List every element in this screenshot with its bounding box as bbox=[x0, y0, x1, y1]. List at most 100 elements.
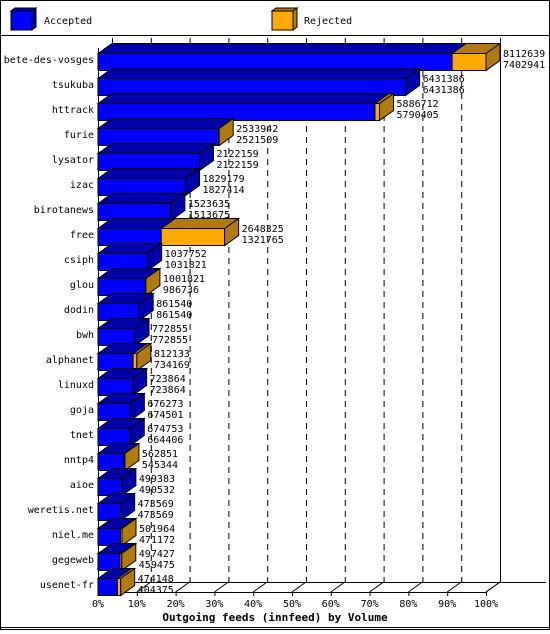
bar-accepted bbox=[97, 203, 171, 221]
floor-gridline-50 bbox=[291, 581, 307, 593]
category-label: usenet-fr bbox=[40, 580, 94, 591]
bar-group-linuxd: linuxd 723864723864 bbox=[58, 367, 186, 397]
category-label: linuxd bbox=[58, 380, 94, 391]
bar-accepted bbox=[97, 278, 146, 296]
floor-gridline-60 bbox=[330, 581, 346, 593]
category-label: dodin bbox=[64, 305, 94, 316]
category-label: niel.me bbox=[52, 530, 94, 541]
category-label: bwh bbox=[76, 330, 94, 341]
value-label-accepted: 404375 bbox=[138, 585, 174, 596]
x-tick-label: 80% bbox=[399, 599, 417, 610]
legend-label-rejected: Rejected bbox=[304, 16, 352, 27]
value-label-offered: 473569 bbox=[138, 499, 174, 510]
bar-group-niel.me: niel.me 501964471172 bbox=[52, 517, 175, 547]
bar-accepted bbox=[97, 128, 220, 146]
floor-gridline-30 bbox=[214, 581, 229, 593]
legend-swatch-accepted-side bbox=[31, 7, 37, 31]
floor-gridline-70 bbox=[369, 581, 384, 593]
bar-accepted bbox=[97, 478, 122, 496]
bar-rejected bbox=[451, 53, 487, 71]
legend-swatch-rejected-side bbox=[292, 7, 298, 31]
bar-group-usenet-fr: usenet-fr 474148404375 bbox=[40, 567, 174, 597]
bar-group-tsukuba: tsukuba 64313866431386 bbox=[52, 67, 465, 97]
legend-swatch-rejected bbox=[271, 10, 294, 31]
value-label-accepted: 490532 bbox=[139, 485, 175, 496]
bar-accepted bbox=[97, 228, 162, 246]
bar-accepted bbox=[97, 353, 134, 371]
bar-group-birotanews: birotanews15236351513675 bbox=[34, 192, 230, 222]
chart-frame: Accepted Rejected 0% 10% 20% 30% 40% 50% 60% 70… bbox=[0, 0, 550, 630]
bar-group-bwh: bwh 772855772855 bbox=[76, 317, 188, 347]
bar-accepted-top bbox=[96, 68, 422, 79]
value-label-offered: 723864 bbox=[150, 374, 186, 385]
legend-item-accepted: Accepted bbox=[9, 7, 92, 31]
value-label-offered: 2122159 bbox=[216, 149, 258, 160]
value-label-offered: 812133 bbox=[154, 349, 190, 360]
category-label: furie bbox=[64, 130, 94, 141]
bar-accepted bbox=[97, 528, 122, 546]
bar-accepted-top bbox=[96, 93, 391, 104]
value-label-accepted: 5790405 bbox=[397, 110, 439, 121]
bar-rejected bbox=[374, 103, 381, 121]
value-label-offered: 5886712 bbox=[397, 99, 439, 110]
legend-swatch-accepted bbox=[10, 10, 33, 31]
value-label-offered: 676273 bbox=[147, 399, 183, 410]
chart-svg: Accepted Rejected 0% 10% 20% 30% 40% 50% 60% 70… bbox=[1, 7, 549, 628]
value-label-offered: 1523635 bbox=[188, 199, 230, 210]
x-tick-label: 100% bbox=[474, 599, 498, 610]
category-label: glou bbox=[70, 280, 94, 291]
bar-group-weretis.net: weretis.net 473569473569 bbox=[28, 492, 174, 522]
value-label-offered: 8112639 bbox=[503, 49, 545, 60]
bar-accepted bbox=[97, 53, 453, 71]
x-tick-label: 10% bbox=[128, 599, 146, 610]
value-label-accepted: 674501 bbox=[147, 410, 183, 421]
value-label-offered: 562851 bbox=[142, 449, 178, 460]
floor-gridline-90 bbox=[446, 581, 462, 593]
x-tick-label: 30% bbox=[205, 599, 223, 610]
value-label-accepted: 861540 bbox=[156, 310, 192, 321]
floor-gridline-40 bbox=[252, 581, 268, 593]
bar-accepted bbox=[97, 328, 136, 346]
value-label-accepted: 2521509 bbox=[236, 135, 278, 146]
bar-accepted bbox=[97, 453, 125, 471]
x-axis-title: Outgoing feeds (innfeed) by Volume bbox=[162, 611, 388, 624]
floor-gridline-80 bbox=[408, 581, 423, 593]
bar-accepted bbox=[97, 303, 140, 321]
bar-accepted bbox=[97, 403, 131, 421]
bar-group-lysator: lysator 21221592122159 bbox=[52, 142, 259, 172]
x-tick-label: 90% bbox=[438, 599, 456, 610]
value-label-offered: 2648325 bbox=[242, 224, 284, 235]
x-tick-label: 20% bbox=[167, 599, 185, 610]
value-label-accepted: 459475 bbox=[139, 560, 175, 571]
value-label-accepted: 2122159 bbox=[216, 160, 258, 171]
bar-accepted-top bbox=[96, 43, 468, 54]
category-label: tnet bbox=[70, 430, 94, 441]
value-label-accepted: 772855 bbox=[152, 335, 188, 346]
x-tick-label: 70% bbox=[361, 599, 379, 610]
bar-accepted bbox=[97, 578, 118, 596]
value-label-accepted: 723864 bbox=[150, 385, 186, 396]
bar-accepted bbox=[97, 378, 134, 396]
bar-accepted-top bbox=[96, 143, 216, 154]
bar-group-gegeweb: gegeweb 497427459475 bbox=[52, 542, 175, 572]
bar-accepted bbox=[97, 103, 376, 121]
value-label-accepted: 1321765 bbox=[242, 235, 284, 246]
bar-accepted-top bbox=[96, 193, 186, 204]
bar-accepted bbox=[97, 153, 200, 171]
category-label: nntp4 bbox=[64, 455, 94, 466]
bar-group-furie: furie 25339422521509 bbox=[64, 117, 278, 147]
floor-gridline-20 bbox=[175, 581, 190, 593]
value-label-offered: 861540 bbox=[156, 299, 192, 310]
value-label-accepted: 1827414 bbox=[202, 185, 244, 196]
category-label: httrack bbox=[52, 105, 94, 116]
x-tick-label: 60% bbox=[322, 599, 340, 610]
bar-accepted bbox=[97, 553, 121, 571]
value-label-accepted: 1031821 bbox=[165, 260, 207, 271]
value-label-accepted: 471172 bbox=[139, 535, 175, 546]
value-label-offered: 6431386 bbox=[423, 74, 465, 85]
value-label-accepted: 734169 bbox=[154, 360, 190, 371]
bar-accepted bbox=[97, 503, 122, 521]
value-label-accepted: 473569 bbox=[138, 510, 174, 521]
bar-group-nntp4: nntp4 562851545344 bbox=[64, 442, 178, 472]
value-label-offered: 772855 bbox=[152, 324, 188, 335]
